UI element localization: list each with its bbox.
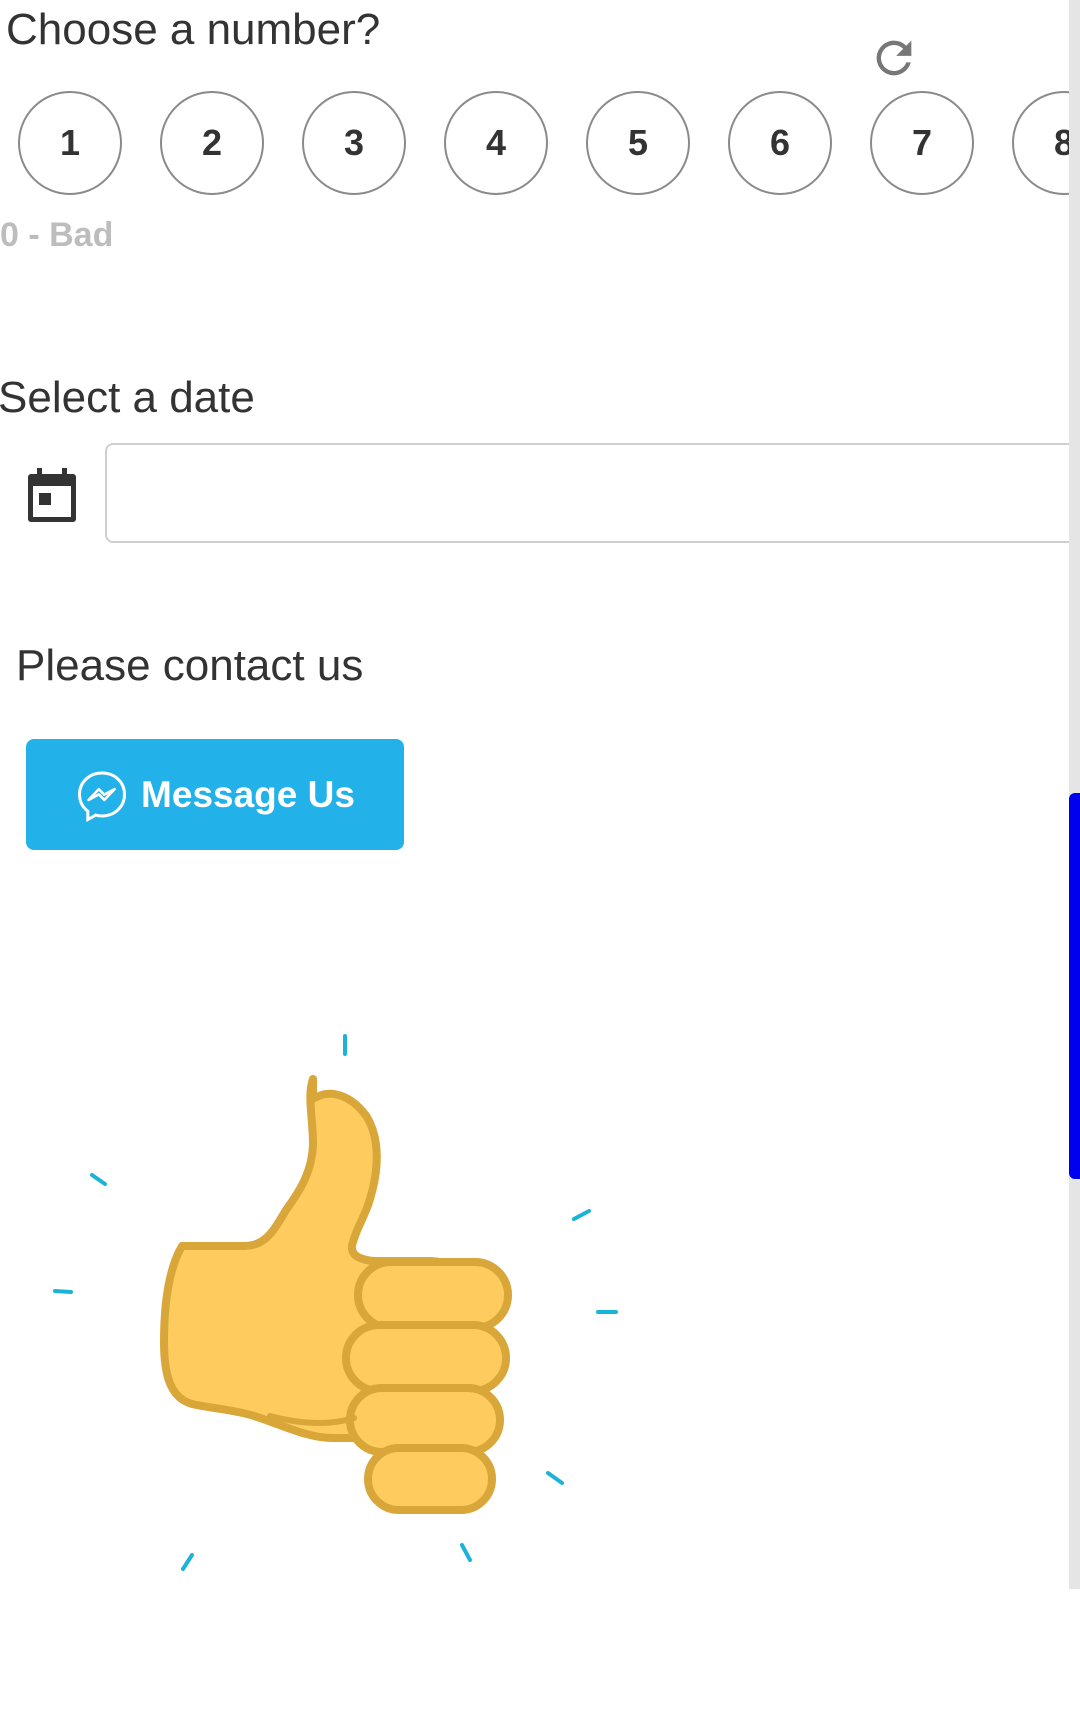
messenger-icon bbox=[78, 770, 127, 822]
scale-option-5[interactable]: 5 bbox=[586, 91, 690, 195]
refresh-icon[interactable] bbox=[868, 32, 920, 84]
calendar-icon[interactable] bbox=[24, 466, 80, 526]
message-us-button[interactable]: Message Us bbox=[26, 739, 404, 850]
number-scale: 1 2 3 4 5 6 7 8 bbox=[0, 91, 1069, 197]
scrollbar-thumb[interactable] bbox=[1069, 793, 1080, 1179]
scale-option-6[interactable]: 6 bbox=[728, 91, 832, 195]
scale-option-4[interactable]: 4 bbox=[444, 91, 548, 195]
message-us-label: Message Us bbox=[141, 773, 355, 815]
scale-option-1[interactable]: 1 bbox=[18, 91, 122, 195]
number-question-title: Choose a number? bbox=[6, 5, 381, 54]
thumbs-up-icon bbox=[53, 1034, 618, 1571]
date-question-title: Select a date bbox=[0, 373, 255, 422]
scale-low-label: 0 - Bad bbox=[0, 216, 114, 254]
scale-option-7[interactable]: 7 bbox=[870, 91, 974, 195]
scale-option-2[interactable]: 2 bbox=[160, 91, 264, 195]
contact-title: Please contact us bbox=[16, 641, 364, 690]
scale-option-8[interactable]: 8 bbox=[1012, 91, 1069, 195]
date-input[interactable] bbox=[105, 443, 1080, 543]
scale-option-3[interactable]: 3 bbox=[302, 91, 406, 195]
